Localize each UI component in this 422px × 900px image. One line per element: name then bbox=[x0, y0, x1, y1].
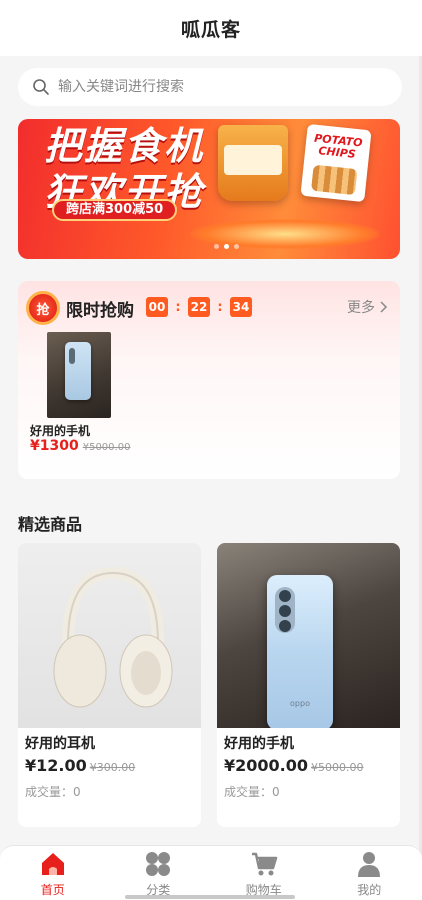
promo-banner[interactable]: 把握食机 狂欢开抢 跨店满300减50 POTATO CHIPS bbox=[18, 119, 400, 259]
product-name[interactable]: 好用的耳机 bbox=[25, 733, 95, 753]
tab-profile[interactable]: 我的 bbox=[317, 846, 422, 900]
featured-section-title: 精选商品 bbox=[18, 515, 83, 534]
chips-brand-label: POTATO CHIPS bbox=[313, 131, 364, 161]
product-price: ¥2000.00 ¥5000.00 bbox=[224, 756, 364, 775]
timer-separator: : bbox=[175, 299, 181, 315]
flash-sale-product-price: ¥1300 ¥5000.00 bbox=[30, 438, 130, 454]
ice-cream-cup-image bbox=[218, 125, 288, 201]
timer-hours: 00 bbox=[146, 297, 168, 317]
original-price: ¥5000.00 bbox=[311, 761, 364, 774]
banner-dot[interactable] bbox=[234, 244, 239, 249]
flash-sale-product-image[interactable] bbox=[47, 332, 111, 418]
home-icon bbox=[41, 853, 64, 875]
profile-icon bbox=[358, 852, 381, 877]
tab-cart[interactable]: 购物车 bbox=[211, 846, 317, 900]
tab-label: 我的 bbox=[357, 883, 382, 897]
banner-pagination[interactable] bbox=[214, 244, 239, 249]
tab-label: 首页 bbox=[40, 883, 65, 897]
product-price: ¥12.00 ¥300.00 bbox=[25, 756, 135, 775]
flash-sale-product-name[interactable]: 好用的手机 bbox=[30, 422, 90, 439]
flash-sale-badge-icon: 抢 bbox=[26, 291, 60, 325]
current-price: ¥12.00 bbox=[25, 756, 87, 775]
more-label: 更多 bbox=[347, 300, 375, 316]
category-icon bbox=[146, 852, 171, 876]
tab-home[interactable]: 首页 bbox=[0, 846, 106, 900]
flash-sale-title: 限时抢购 bbox=[66, 301, 134, 321]
banner-dot[interactable] bbox=[214, 244, 219, 249]
product-image[interactable] bbox=[18, 543, 201, 728]
sales-count: 成交量：0 bbox=[224, 785, 280, 799]
product-card[interactable]: 好用的耳机 ¥12.00 ¥300.00 成交量：0 bbox=[18, 543, 201, 827]
page-title: 呱瓜客 bbox=[180, 18, 241, 41]
timer-minutes: 22 bbox=[188, 297, 210, 317]
flash-sale-section: 抢 限时抢购 00 : 22 : 34 更多 好用的手机 ¥1300 ¥5000… bbox=[18, 281, 400, 479]
headphones-image bbox=[53, 566, 173, 708]
current-price: ¥1300 bbox=[30, 438, 79, 454]
header: 呱瓜客 bbox=[0, 0, 422, 56]
banner-dot-active[interactable] bbox=[224, 244, 229, 249]
current-price: ¥2000.00 bbox=[224, 756, 309, 775]
cart-icon bbox=[251, 852, 277, 876]
search-icon bbox=[33, 79, 49, 95]
timer-seconds: 34 bbox=[230, 297, 252, 317]
product-card[interactable]: oppo 好用的手机 ¥2000.00 ¥5000.00 成交量：0 bbox=[217, 543, 400, 827]
product-name[interactable]: 好用的手机 bbox=[224, 733, 294, 753]
tab-category[interactable]: 分类 bbox=[106, 846, 212, 900]
potato-chips-image: POTATO CHIPS bbox=[300, 123, 372, 203]
chevron-right-icon bbox=[380, 301, 388, 313]
countdown-timer: 00 : 22 : 34 bbox=[146, 297, 252, 317]
search-bar[interactable] bbox=[18, 68, 402, 106]
search-input[interactable] bbox=[58, 79, 378, 95]
original-price: ¥300.00 bbox=[89, 761, 136, 774]
sales-count: 成交量：0 bbox=[25, 785, 81, 799]
product-image[interactable]: oppo bbox=[217, 543, 400, 728]
flash-sale-more-link[interactable]: 更多 bbox=[347, 297, 388, 317]
timer-separator: : bbox=[217, 299, 223, 315]
home-indicator bbox=[125, 895, 295, 899]
phone-brand: oppo bbox=[290, 699, 310, 708]
banner-promo-badge: 跨店满300减50 bbox=[52, 199, 178, 221]
phone-image: oppo bbox=[267, 575, 333, 728]
bottom-tab-bar: 首页 分类 购物车 我的 bbox=[0, 845, 422, 900]
original-price: ¥5000.00 bbox=[82, 442, 131, 453]
